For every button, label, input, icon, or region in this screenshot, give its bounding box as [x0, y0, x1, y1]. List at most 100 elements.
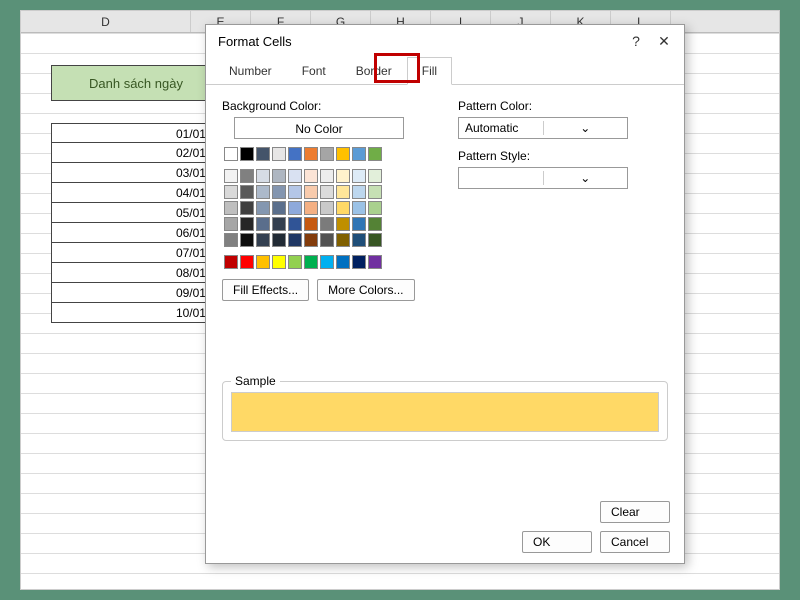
- color-swatch[interactable]: [272, 233, 286, 247]
- color-swatch[interactable]: [224, 185, 238, 199]
- color-swatch[interactable]: [288, 233, 302, 247]
- color-swatch[interactable]: [352, 147, 366, 161]
- color-swatch[interactable]: [256, 169, 270, 183]
- color-swatch[interactable]: [304, 217, 318, 231]
- pattern-style-label: Pattern Style:: [458, 149, 668, 163]
- color-swatch[interactable]: [352, 201, 366, 215]
- color-swatch[interactable]: [336, 169, 350, 183]
- clear-button[interactable]: Clear: [600, 501, 670, 523]
- color-swatch[interactable]: [352, 169, 366, 183]
- tab-number[interactable]: Number: [214, 57, 287, 85]
- table-row[interactable]: 02/01/2: [51, 143, 221, 163]
- table-row[interactable]: 03/01/2: [51, 163, 221, 183]
- chevron-down-icon: ⌄: [543, 121, 628, 135]
- color-swatch[interactable]: [240, 201, 254, 215]
- color-swatch[interactable]: [320, 201, 334, 215]
- table-row[interactable]: 07/01/2: [51, 243, 221, 263]
- color-swatch[interactable]: [352, 185, 366, 199]
- color-swatch[interactable]: [224, 169, 238, 183]
- color-swatch[interactable]: [336, 255, 350, 269]
- color-swatch[interactable]: [304, 169, 318, 183]
- color-swatch[interactable]: [320, 169, 334, 183]
- pattern-style-dropdown[interactable]: ⌄: [458, 167, 628, 189]
- color-swatch[interactable]: [288, 217, 302, 231]
- color-swatch[interactable]: [320, 255, 334, 269]
- color-swatch[interactable]: [304, 233, 318, 247]
- color-swatch[interactable]: [224, 217, 238, 231]
- tab-font[interactable]: Font: [287, 57, 341, 85]
- color-swatch[interactable]: [272, 169, 286, 183]
- table-row[interactable]: 05/01/2: [51, 203, 221, 223]
- color-swatch[interactable]: [368, 147, 382, 161]
- color-swatch[interactable]: [240, 147, 254, 161]
- fill-effects-button[interactable]: Fill Effects...: [222, 279, 309, 301]
- table-row[interactable]: 01/01/2: [51, 123, 221, 143]
- color-swatch[interactable]: [240, 169, 254, 183]
- color-swatch[interactable]: [288, 147, 302, 161]
- color-swatch[interactable]: [336, 217, 350, 231]
- color-swatch[interactable]: [288, 255, 302, 269]
- color-swatch[interactable]: [256, 201, 270, 215]
- color-swatch[interactable]: [320, 185, 334, 199]
- tab-fill[interactable]: Fill: [407, 57, 452, 85]
- color-swatch[interactable]: [240, 233, 254, 247]
- no-color-button[interactable]: No Color: [234, 117, 404, 139]
- color-swatch[interactable]: [320, 233, 334, 247]
- color-swatch[interactable]: [240, 255, 254, 269]
- pattern-color-value: Automatic: [459, 121, 543, 135]
- color-swatch[interactable]: [256, 185, 270, 199]
- color-swatch[interactable]: [336, 201, 350, 215]
- color-swatch[interactable]: [272, 147, 286, 161]
- color-swatch[interactable]: [368, 255, 382, 269]
- color-swatch[interactable]: [272, 185, 286, 199]
- color-swatch[interactable]: [240, 185, 254, 199]
- color-swatch[interactable]: [256, 233, 270, 247]
- color-swatch[interactable]: [256, 255, 270, 269]
- color-swatch[interactable]: [272, 255, 286, 269]
- color-swatch[interactable]: [336, 233, 350, 247]
- color-swatch[interactable]: [368, 233, 382, 247]
- color-swatch[interactable]: [304, 185, 318, 199]
- color-swatch[interactable]: [352, 255, 366, 269]
- color-swatch[interactable]: [224, 201, 238, 215]
- color-swatch[interactable]: [368, 201, 382, 215]
- color-swatch[interactable]: [352, 233, 366, 247]
- color-swatch[interactable]: [320, 217, 334, 231]
- color-swatch[interactable]: [368, 169, 382, 183]
- color-swatch[interactable]: [288, 185, 302, 199]
- close-button[interactable]: ✕: [650, 27, 678, 55]
- color-swatch[interactable]: [272, 217, 286, 231]
- color-swatch[interactable]: [368, 217, 382, 231]
- color-swatch[interactable]: [256, 147, 270, 161]
- color-swatch[interactable]: [256, 217, 270, 231]
- color-swatch[interactable]: [336, 185, 350, 199]
- sample-swatch: [231, 392, 659, 432]
- color-swatch[interactable]: [304, 147, 318, 161]
- color-swatch[interactable]: [224, 255, 238, 269]
- table-row[interactable]: 09/01/2: [51, 283, 221, 303]
- color-swatch[interactable]: [288, 169, 302, 183]
- color-swatch[interactable]: [288, 201, 302, 215]
- tab-border[interactable]: Border: [341, 57, 407, 85]
- color-swatch[interactable]: [304, 201, 318, 215]
- table-header[interactable]: Danh sách ngày: [51, 65, 221, 101]
- table-row[interactable]: 08/01/2: [51, 263, 221, 283]
- table-row[interactable]: 10/01/2: [51, 303, 221, 323]
- color-swatch[interactable]: [224, 147, 238, 161]
- color-swatch[interactable]: [368, 185, 382, 199]
- color-swatch[interactable]: [224, 233, 238, 247]
- ok-button[interactable]: OK: [522, 531, 592, 553]
- help-button[interactable]: ?: [622, 27, 650, 55]
- column-header[interactable]: D: [21, 11, 191, 32]
- color-swatch[interactable]: [352, 217, 366, 231]
- color-swatch[interactable]: [272, 201, 286, 215]
- color-swatch[interactable]: [240, 217, 254, 231]
- color-swatch[interactable]: [304, 255, 318, 269]
- table-row[interactable]: 06/01/2: [51, 223, 221, 243]
- color-swatch[interactable]: [320, 147, 334, 161]
- color-swatch[interactable]: [336, 147, 350, 161]
- table-row[interactable]: 04/01/2: [51, 183, 221, 203]
- cancel-button[interactable]: Cancel: [600, 531, 670, 553]
- more-colors-button[interactable]: More Colors...: [317, 279, 414, 301]
- pattern-color-dropdown[interactable]: Automatic ⌄: [458, 117, 628, 139]
